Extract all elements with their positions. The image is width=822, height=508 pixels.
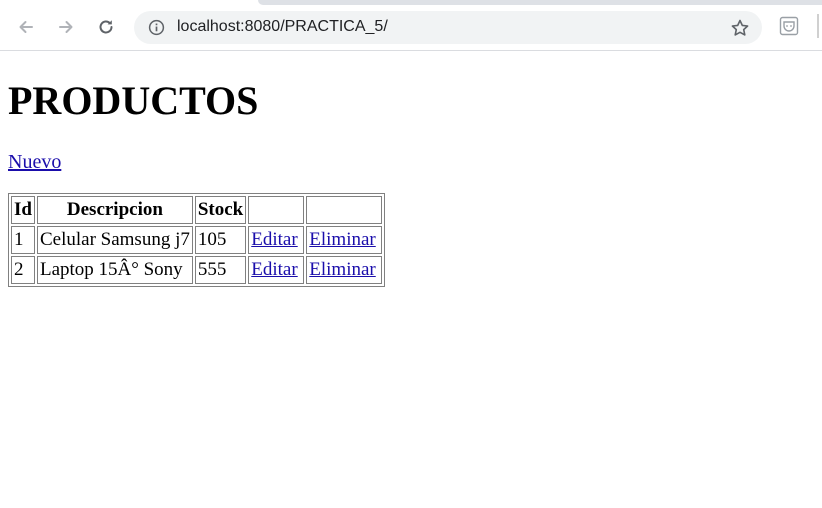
reload-icon xyxy=(99,20,113,34)
back-button[interactable] xyxy=(12,13,40,41)
star-icon[interactable] xyxy=(730,18,750,38)
tab-strip xyxy=(258,0,822,5)
extension-icon[interactable] xyxy=(779,16,799,36)
menu-button-edge[interactable] xyxy=(817,14,819,38)
table-row: 2 Laptop 15Â° Sony 555 Editar Eliminar xyxy=(11,256,383,284)
arrow-left-icon xyxy=(19,21,33,33)
address-bar[interactable]: localhost:8080/PRACTICA_5/ xyxy=(134,11,762,44)
header-edit-column xyxy=(248,196,305,224)
cell-edit: Editar xyxy=(248,226,305,254)
reload-button[interactable] xyxy=(92,13,120,41)
table-header-row: Id Descripcion Stock xyxy=(11,196,383,224)
info-icon[interactable] xyxy=(148,19,165,36)
cell-description: Celular Samsung j7 xyxy=(36,226,193,254)
delete-link[interactable]: Eliminar xyxy=(309,229,375,250)
header-id: Id xyxy=(11,196,35,224)
cell-stock: 105 xyxy=(194,226,247,254)
products-table: Id Descripcion Stock 1 Celular Samsung j… xyxy=(8,193,386,287)
header-delete-column xyxy=(306,196,383,224)
edit-link[interactable]: Editar xyxy=(251,259,297,280)
cell-stock: 555 xyxy=(194,256,247,284)
header-description: Descripcion xyxy=(36,196,193,224)
delete-link[interactable]: Eliminar xyxy=(309,259,375,280)
forward-button[interactable] xyxy=(52,13,80,41)
table-row: 1 Celular Samsung j7 105 Editar Eliminar xyxy=(11,226,383,254)
edit-link[interactable]: Editar xyxy=(251,229,297,250)
cell-description: Laptop 15Â° Sony xyxy=(36,256,193,284)
cell-delete: Eliminar xyxy=(306,256,383,284)
arrow-right-icon xyxy=(59,21,73,33)
browser-toolbar: localhost:8080/PRACTICA_5/ xyxy=(0,0,822,51)
cell-id: 1 xyxy=(11,226,35,254)
new-product-link[interactable]: Nuevo xyxy=(8,151,61,173)
page-title: PRODUCTOS xyxy=(8,78,259,123)
cell-edit: Editar xyxy=(248,256,305,284)
url-text[interactable]: localhost:8080/PRACTICA_5/ xyxy=(177,18,388,36)
header-stock: Stock xyxy=(194,196,247,224)
cell-delete: Eliminar xyxy=(306,226,383,254)
cell-id: 2 xyxy=(11,256,35,284)
page-content: PRODUCTOS Nuevo Id Descripcion Stock 1 C… xyxy=(8,51,822,287)
